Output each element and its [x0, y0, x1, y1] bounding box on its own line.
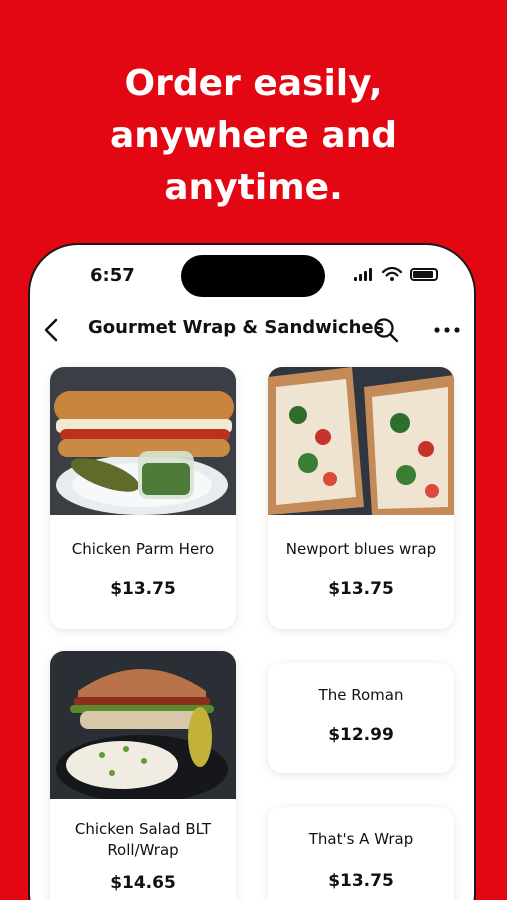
status-icons: [354, 267, 438, 281]
search-icon: [374, 318, 399, 343]
page-title: Gourmet Wrap & Sandwiches: [88, 317, 385, 338]
menu-item-card[interactable]: Chicken Salad BLT Roll/Wrap $14.65: [50, 651, 236, 900]
status-time: 6:57: [90, 265, 135, 286]
menu-item-card[interactable]: That's A Wrap $13.75: [268, 807, 454, 900]
item-price: $13.75: [110, 579, 176, 599]
item-price: $12.99: [328, 725, 394, 745]
chicken-salad-blt-image: [50, 651, 236, 799]
menu-item-card[interactable]: Chicken Parm Hero $13.75: [50, 367, 236, 629]
item-name: Newport blues wrap: [285, 540, 437, 558]
item-price: $14.65: [110, 873, 176, 893]
chevron-left-icon: [44, 318, 58, 342]
more-options-button[interactable]: [430, 316, 464, 344]
navigation-bar: Gourmet Wrap & Sandwiches: [30, 307, 474, 351]
menu-item-card[interactable]: Newport blues wrap $13.75: [268, 367, 454, 629]
wifi-icon: [382, 267, 402, 281]
newport-blues-wrap-image: [268, 367, 454, 515]
chicken-parm-hero-image: [50, 367, 236, 515]
promo-line-3: anytime.: [164, 167, 343, 208]
dynamic-island: [181, 255, 325, 297]
cellular-signal-icon: [354, 268, 372, 281]
back-button[interactable]: [38, 315, 66, 345]
item-name: Chicken Parm Hero: [71, 540, 215, 558]
item-name: The Roman: [318, 686, 404, 704]
more-horizontal-icon: [434, 327, 460, 333]
promo-line-2: anywhere and: [109, 115, 398, 156]
battery-icon: [410, 267, 438, 281]
item-price: $13.75: [328, 579, 394, 599]
item-name: That's A Wrap: [308, 830, 414, 848]
promo-line-1: Order easily,: [124, 63, 383, 104]
phone-frame: 6:57 Gourmet Wrap & Sandwiches Chicken P…: [28, 243, 476, 900]
menu-item-card[interactable]: The Roman $12.99: [268, 663, 454, 773]
item-name: Chicken Salad BLT Roll/Wrap: [74, 820, 212, 859]
promo-headline: Order easily, anywhere and anytime.: [0, 58, 507, 214]
search-button[interactable]: [372, 316, 400, 344]
item-price: $13.75: [328, 871, 394, 891]
